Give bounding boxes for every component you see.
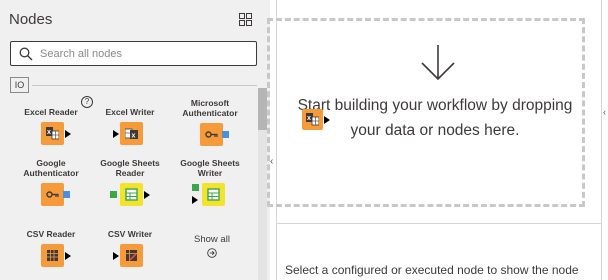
svg-text:x: x [47,129,51,136]
search-input[interactable] [40,45,250,62]
input-port-icon [110,191,117,198]
output-port-icon [324,116,330,124]
node-body [41,183,64,206]
node-google-authenticator[interactable]: Google Authenticator [16,158,86,207]
node-icon [31,183,71,207]
node-google-sheets-writer[interactable]: Google Sheets Writer [175,158,245,207]
node-microsoft-authenticator[interactable]: Microsoft Authenticator [175,98,245,147]
sheet-icon [125,188,138,201]
search-icon [19,47,33,61]
node-label: CSV Reader [26,229,76,239]
node-icon [190,123,230,147]
description-divider [277,223,601,224]
node-google-sheets-reader[interactable]: Google Sheets Reader [95,158,165,207]
output-port-icon [65,130,71,138]
node-body [120,183,143,206]
scrollbar-thumb[interactable] [258,88,267,130]
node-label: Google Authenticator [23,158,79,178]
node-icon [31,244,71,268]
output-port-icon [65,252,71,260]
node-body: x [302,109,323,130]
help-icon[interactable]: ? [81,96,93,108]
csv-writer-icon [126,250,137,261]
node-csv-writer[interactable]: CSV Writer [95,229,165,268]
node-label: Google Sheets Writer [180,158,240,178]
node-body [120,244,143,267]
csv-table-icon [47,250,58,261]
svg-text:x: x [307,115,311,122]
excel-table-icon: x [306,113,319,126]
node-label: Microsoft Authenticator [182,98,238,118]
search-box[interactable] [10,41,257,66]
credential-port-icon [222,131,229,138]
node-icon: x [31,122,71,146]
output-port-icon [144,191,150,199]
category-tag-io: IO [10,77,29,93]
node-csv-reader[interactable]: CSV Reader [16,229,86,268]
arrow-right-circle-icon [207,248,217,258]
input-port-icon [192,184,199,191]
credential-port-icon [63,191,70,198]
node-body [200,123,223,146]
node-excel-reader[interactable]: Excel Reader x [16,107,86,146]
node-body: x [41,122,64,145]
node-label: Excel Writer [105,107,155,117]
node-body: x [120,122,143,145]
node-excel-writer[interactable]: Excel Writer x [95,107,165,146]
node-repository-panel: Nodes IO Excel Reader x [0,0,270,280]
category-divider [32,85,257,86]
node-icon [190,183,230,207]
svg-text:x: x [132,133,136,140]
arrow-down-icon [421,45,455,81]
node-icon [110,244,150,268]
node-label: CSV Writer [107,229,153,239]
description-hint-text: Select a configured or executed node to … [285,263,579,277]
canvas-placeholder-text: Start building your workflow by dropping… [297,97,573,139]
grid-view-icon[interactable] [239,13,252,26]
node-label: Excel Reader [24,107,78,117]
node-body [202,183,225,206]
node-icon: x [110,122,150,146]
node-body [41,244,64,267]
key-icon [46,191,59,198]
sheet-icon [207,188,220,201]
input-port-icon [113,252,119,260]
panel-title: Nodes [9,11,53,28]
dragged-node-excel-reader[interactable]: x [302,109,330,133]
input-port-icon [113,130,119,138]
show-all-link[interactable]: Show all [190,234,234,258]
excel-writer-icon: x [125,128,138,140]
node-label: Google Sheets Reader [100,158,160,178]
right-panel-divider[interactable] [601,0,602,280]
show-all-label: Show all [194,234,230,245]
node-icon [110,183,150,207]
excel-table-icon: x [46,127,59,140]
input-port-icon [192,196,198,204]
key-icon [205,131,218,138]
collapse-right-panel-chevron-icon[interactable]: ‹ [603,107,606,117]
